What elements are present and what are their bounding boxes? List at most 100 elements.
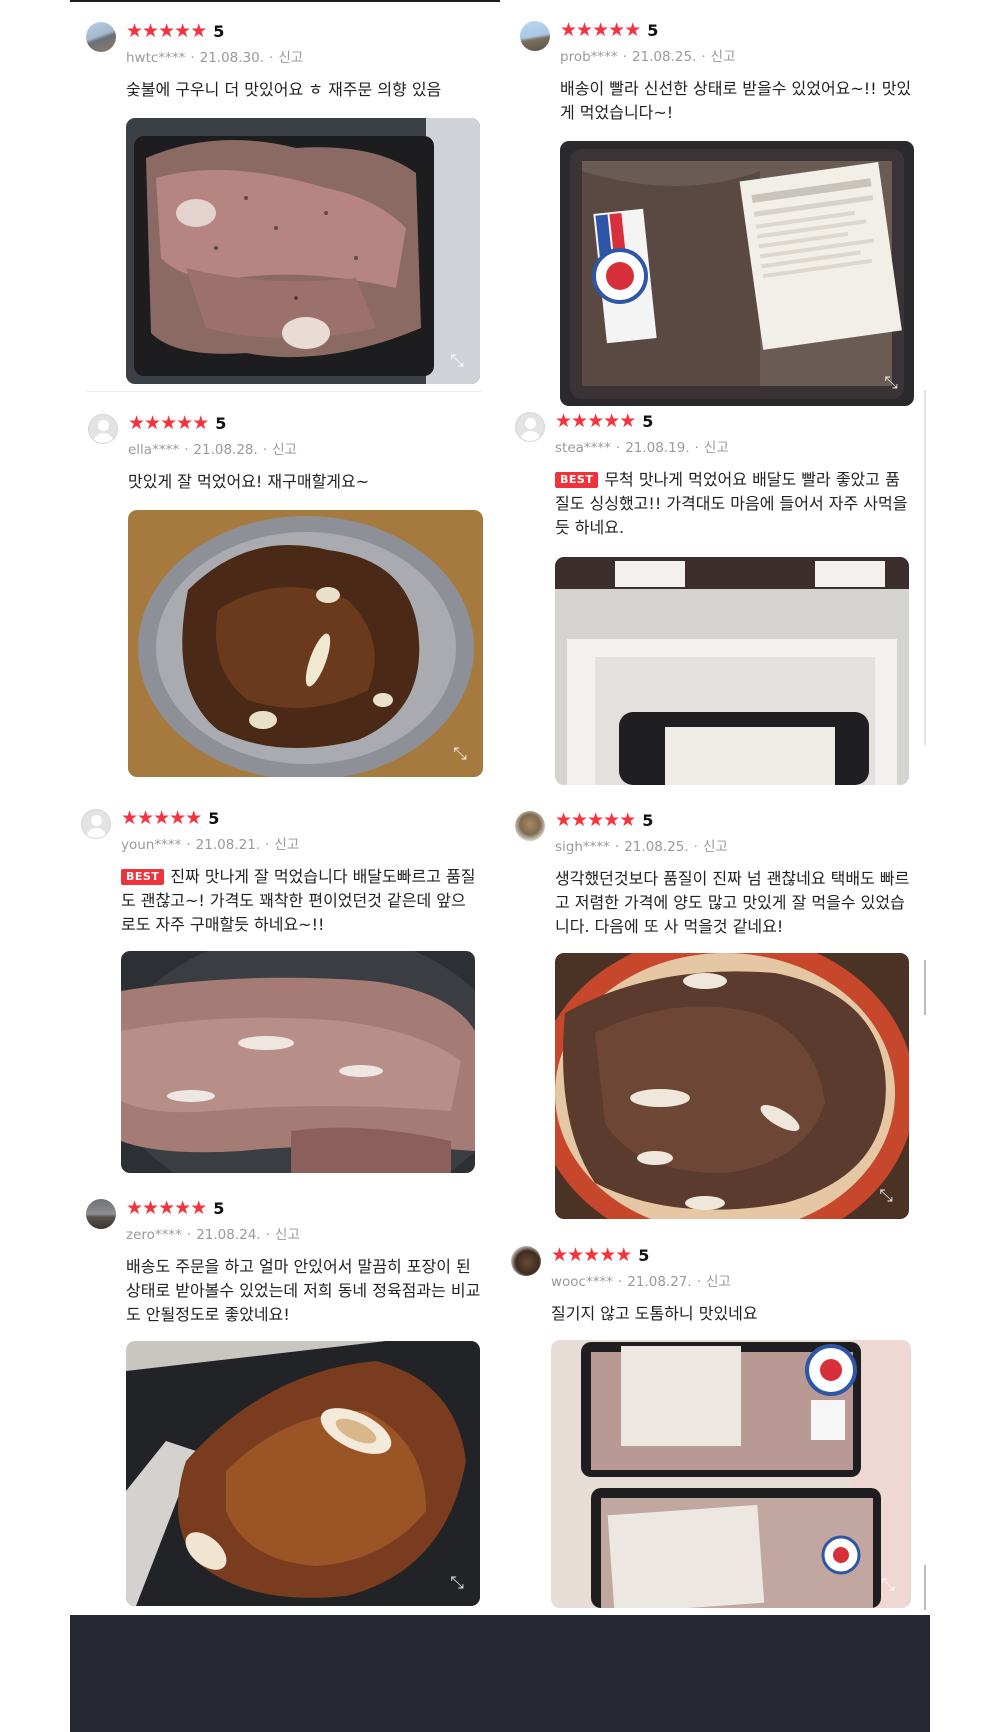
report-link[interactable]: 신고 xyxy=(278,50,303,66)
expand-icon[interactable]: ⤡ xyxy=(877,1574,899,1596)
scrollbar-thumb[interactable] xyxy=(924,960,926,1015)
expand-icon[interactable]: ⤡ xyxy=(880,372,902,394)
star-icon: ★ xyxy=(587,410,605,432)
review-date: 21.08.27. xyxy=(627,1274,692,1290)
avatar xyxy=(520,21,550,51)
star-icon: ★ xyxy=(126,1197,144,1219)
star-icon: ★ xyxy=(615,1244,633,1266)
rating-score: 5 xyxy=(215,413,227,433)
review-photo[interactable]: ⤡ xyxy=(126,118,480,384)
expand-icon[interactable]: ⤡ xyxy=(446,1572,468,1594)
star-rating: ★ ★ ★ ★ ★ 5 xyxy=(555,410,653,432)
review-card: ★ ★ ★ ★ ★ 5 prob**** · 21.08.25. · 신고 배송이 빨라 신선한… xyxy=(520,19,920,125)
star-icon: ★ xyxy=(137,807,155,829)
scrollbar-thumb[interactable] xyxy=(924,1565,926,1610)
review-photo[interactable]: ⤡ xyxy=(555,953,909,1219)
reviewer-id: wooc**** xyxy=(551,1274,613,1290)
star-icon: ★ xyxy=(176,412,194,434)
review-card: ★ ★ ★ ★ ★ 5 youn**** · 21.08.21. · 신고 BEST 진짜 맛나게… xyxy=(81,807,481,937)
report-link[interactable]: 신고 xyxy=(703,839,728,855)
star-icon: ★ xyxy=(160,412,178,434)
star-icon: ★ xyxy=(174,1197,192,1219)
avatar xyxy=(515,811,545,841)
star-icon: ★ xyxy=(560,19,578,41)
expand-icon[interactable]: ⤡ xyxy=(875,1185,897,1207)
star-icon: ★ xyxy=(551,1244,569,1266)
star-icon: ★ xyxy=(592,19,610,41)
star-icon: ★ xyxy=(624,19,642,41)
star-icon: ★ xyxy=(608,19,626,41)
review-photo[interactable]: ⤡ xyxy=(128,510,483,777)
avatar xyxy=(88,414,118,444)
review-date: 21.08.19. xyxy=(625,440,690,456)
star-icon: ★ xyxy=(158,20,176,42)
review-date: 21.08.25. xyxy=(624,839,689,855)
star-icon: ★ xyxy=(567,1244,585,1266)
review-text: 숯불에 구우니 더 맛있어요 ㅎ 재주문 의향 있음 xyxy=(126,80,442,99)
report-link[interactable]: 신고 xyxy=(275,1227,300,1243)
star-icon: ★ xyxy=(555,809,573,831)
review-photo[interactable] xyxy=(555,557,909,785)
star-icon: ★ xyxy=(185,807,203,829)
review-photo[interactable] xyxy=(121,951,475,1173)
review-card: ★ ★ ★ ★ ★ 5 ella**** · 21.08.28. · 신고 맛있게 잘 먹었어요… xyxy=(88,412,488,494)
expand-icon[interactable]: ⤡ xyxy=(446,350,468,372)
rating-score: 5 xyxy=(208,808,220,828)
review-photo[interactable]: ⤡ xyxy=(126,1341,480,1606)
review-date: 21.08.24. xyxy=(196,1227,261,1243)
star-icon: ★ xyxy=(587,809,605,831)
star-icon: ★ xyxy=(126,20,144,42)
star-icon: ★ xyxy=(576,19,594,41)
reviewer-id: stea**** xyxy=(555,440,611,456)
star-icon: ★ xyxy=(190,1197,208,1219)
avatar xyxy=(86,22,116,52)
star-rating: ★ ★ ★ ★ ★ 5 xyxy=(128,412,226,434)
star-icon: ★ xyxy=(571,410,589,432)
star-icon: ★ xyxy=(142,20,160,42)
reviewer-id: zero**** xyxy=(126,1227,182,1243)
review-date: 21.08.25. xyxy=(631,49,697,65)
divider xyxy=(86,391,482,392)
star-rating: ★ ★ ★ ★ ★ 5 xyxy=(121,807,219,829)
review-card: ★ ★ ★ ★ ★ 5 sigh**** · 21.08.25. · 신고 생각했던것보다 품질… xyxy=(515,809,915,939)
report-link[interactable]: 신고 xyxy=(706,1274,731,1290)
star-icon: ★ xyxy=(192,412,210,434)
avatar xyxy=(515,412,545,442)
star-rating: ★ ★ ★ ★ ★ 5 xyxy=(551,1244,649,1266)
review-photo[interactable]: ⤡ xyxy=(560,141,914,406)
star-rating: ★ ★ ★ ★ ★ 5 xyxy=(126,1197,224,1219)
rating-score: 5 xyxy=(642,810,654,830)
footer-bar xyxy=(70,1615,930,1732)
star-icon: ★ xyxy=(190,20,208,42)
star-icon: ★ xyxy=(583,1244,601,1266)
star-icon: ★ xyxy=(603,410,621,432)
review-date: 21.08.28. xyxy=(193,442,258,458)
rating-score: 5 xyxy=(638,1245,650,1265)
star-rating: ★ ★ ★ ★ ★ 5 xyxy=(126,20,224,42)
star-icon: ★ xyxy=(144,412,162,434)
review-text: 질기지 않고 도톰하니 맛있네요 xyxy=(551,1304,758,1323)
avatar xyxy=(511,1246,541,1276)
rating-score: 5 xyxy=(213,21,225,41)
expand-icon[interactable]: ⤡ xyxy=(449,743,471,765)
star-icon: ★ xyxy=(142,1197,160,1219)
report-link[interactable]: 신고 xyxy=(704,440,729,456)
reviewer-id: ella**** xyxy=(128,442,180,458)
star-icon: ★ xyxy=(153,807,171,829)
review-text: BEST 무척 맛나게 먹었어요 배달도 빨라 좋았고 품질도 싱싱했고!! 가격… xyxy=(555,470,908,537)
review-card: ★ ★ ★ ★ ★ 5 wooc**** · 21.08.27. · 신고 질기지 않고 도톰하… xyxy=(511,1244,911,1326)
review-photo[interactable]: ⤡ xyxy=(551,1340,911,1608)
report-link[interactable]: 신고 xyxy=(274,837,299,853)
reviewer-id: youn**** xyxy=(121,837,182,853)
report-link[interactable]: 신고 xyxy=(711,49,736,65)
star-icon: ★ xyxy=(619,410,637,432)
star-icon: ★ xyxy=(174,20,192,42)
review-text: BEST 진짜 맛나게 잘 먹었습니다 배달도빠르고 품질도 괜찮고~! 가격도 … xyxy=(121,867,476,934)
scrollbar[interactable] xyxy=(924,390,926,745)
report-link[interactable]: 신고 xyxy=(272,442,297,458)
star-icon: ★ xyxy=(603,809,621,831)
star-icon: ★ xyxy=(599,1244,617,1266)
avatar xyxy=(81,809,111,839)
star-rating: ★ ★ ★ ★ ★ 5 xyxy=(560,19,658,41)
review-text: 생각했던것보다 품질이 진짜 넘 괜찮네요 택배도 빠르고 저렴한 가격에 양도… xyxy=(555,869,910,936)
